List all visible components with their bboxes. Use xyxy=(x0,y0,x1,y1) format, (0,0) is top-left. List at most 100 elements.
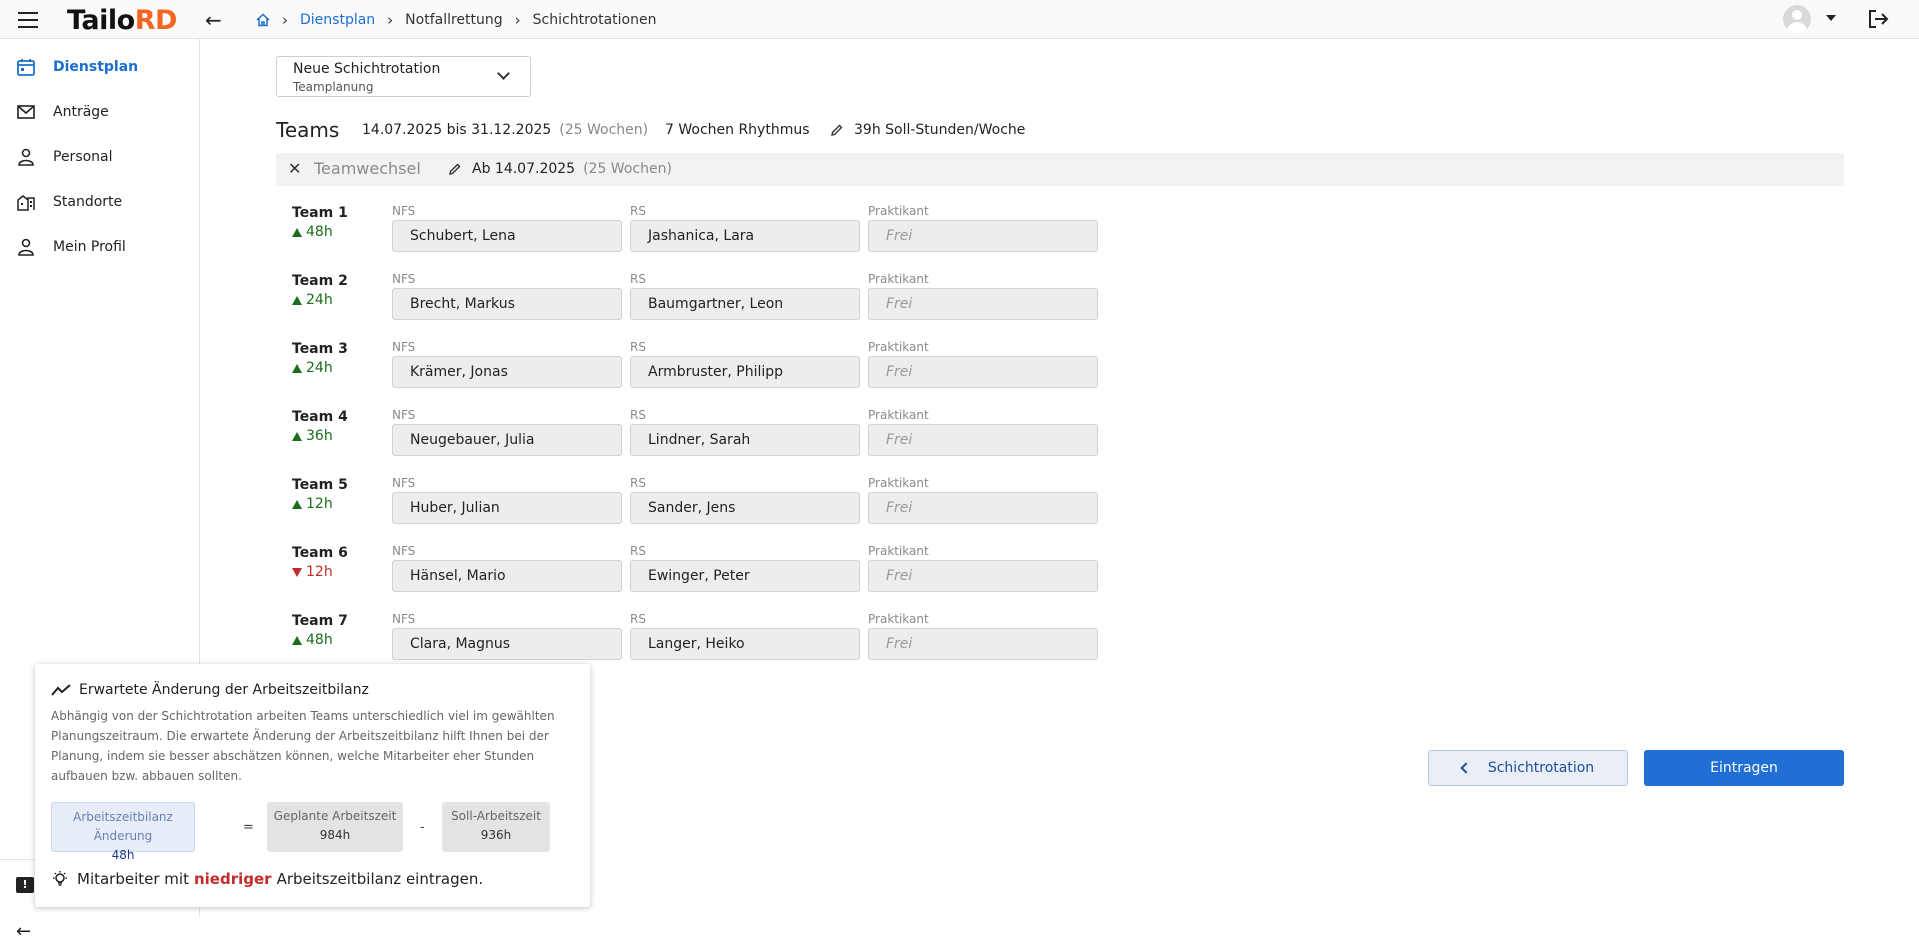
rotation-rhythm: 7 Wochen Rhythmus xyxy=(665,122,810,138)
back-arrow-icon[interactable]: ← xyxy=(205,8,222,32)
team-name: Team 7 xyxy=(292,613,348,629)
praktikant-field[interactable]: Frei xyxy=(868,220,1098,252)
nfs-field[interactable]: Hänsel, Mario xyxy=(392,560,622,592)
minus-sign: - xyxy=(420,820,425,835)
team-delta: 12h xyxy=(292,496,333,512)
nfs-field[interactable]: Brecht, Markus xyxy=(392,288,622,320)
collapse-sidebar-icon[interactable]: ← xyxy=(16,921,31,942)
teamchange-label: Teamwechsel xyxy=(314,159,421,178)
rs-field[interactable]: Lindner, Sarah xyxy=(630,424,860,456)
chevron-right-icon: › xyxy=(282,11,288,29)
mail-icon xyxy=(17,105,35,119)
team-delta-value: 12h xyxy=(306,496,333,512)
team-delta: 48h xyxy=(292,224,333,240)
teamchange-date: Ab 14.07.2025 xyxy=(472,161,576,177)
rotation-select-title: Neue Schichtrotation xyxy=(293,61,441,77)
schichtrotation-button-label: Schichtrotation xyxy=(1487,760,1595,776)
tip-highlight: niedriger xyxy=(193,870,272,888)
chevron-right-icon: › xyxy=(514,11,521,29)
rs-label: RS xyxy=(630,340,646,354)
rs-label: RS xyxy=(630,272,646,286)
arrow-up-icon xyxy=(292,431,302,441)
rs-field[interactable]: Langer, Heiko xyxy=(630,628,860,660)
sidebar-item-dienstplan[interactable]: Dienstplan xyxy=(0,47,199,87)
pencil-icon[interactable] xyxy=(448,162,462,176)
weeks-count: (25 Wochen) xyxy=(559,122,649,138)
sidebar-item-label: Anträge xyxy=(53,104,109,120)
rs-field[interactable]: Baumgartner, Leon xyxy=(630,288,860,320)
calendar-icon xyxy=(17,59,35,76)
teamchange-bar: ✕ Teamwechsel Ab 14.07.2025 (25 Wochen) xyxy=(276,153,1844,186)
nfs-field[interactable]: Clara, Magnus xyxy=(392,628,622,660)
info-card-description: Abhängig von der Schichtrotation arbeite… xyxy=(51,709,555,783)
nfs-label: NFS xyxy=(392,204,416,218)
feedback-icon[interactable]: ! xyxy=(16,877,34,893)
avatar[interactable] xyxy=(1783,5,1811,33)
nfs-label: NFS xyxy=(392,476,416,490)
rotation-select[interactable]: Neue Schichtrotation Teamplanung xyxy=(276,56,531,97)
praktikant-label: Praktikant xyxy=(868,544,929,558)
praktikant-field[interactable]: Frei xyxy=(868,288,1098,320)
rs-label: RS xyxy=(630,204,646,218)
schichtrotation-button[interactable]: Schichtrotation xyxy=(1428,750,1628,786)
rs-field[interactable]: Armbruster, Philipp xyxy=(630,356,860,388)
praktikant-field[interactable]: Frei xyxy=(868,560,1098,592)
team-name: Team 2 xyxy=(292,273,348,289)
rs-field[interactable]: Sander, Jens xyxy=(630,492,860,524)
info-card-header: Erwartete Änderung der Arbeitszeitbilanz xyxy=(51,682,369,698)
chevron-left-icon xyxy=(1460,762,1472,774)
nfs-field[interactable]: Krämer, Jonas xyxy=(392,356,622,388)
person-icon xyxy=(18,238,34,256)
praktikant-field[interactable]: Frei xyxy=(868,492,1098,524)
team-row: Team 1 48h NFS Schubert, Lena RS Jashani… xyxy=(292,204,1112,265)
team-delta: 48h xyxy=(292,632,333,648)
rs-label: RS xyxy=(630,544,646,558)
team-row: Team 4 36h NFS Neugebauer, Julia RS Lind… xyxy=(292,408,1112,469)
praktikant-label: Praktikant xyxy=(868,272,929,286)
team-delta-value: 48h xyxy=(306,632,333,648)
tip-pre: Mitarbeiter mit xyxy=(77,870,189,888)
balance-change-value: 48h xyxy=(111,848,135,862)
sidebar-item-standorte[interactable]: Standorte xyxy=(0,182,199,222)
planned-time-box: Geplante Arbeitszeit 984h xyxy=(267,802,403,852)
rs-field[interactable]: Ewinger, Peter xyxy=(630,560,860,592)
logout-icon[interactable] xyxy=(1868,9,1890,29)
nfs-field[interactable]: Huber, Julian xyxy=(392,492,622,524)
lightbulb-icon xyxy=(53,871,67,886)
sidebar-item-mein-profil[interactable]: Mein Profil xyxy=(0,227,199,267)
app-logo[interactable]: TailoRD xyxy=(67,5,177,36)
arrow-up-icon xyxy=(292,227,302,237)
soll-time-value: 936h xyxy=(480,828,512,842)
eintragen-button[interactable]: Eintragen xyxy=(1644,750,1844,786)
praktikant-label: Praktikant xyxy=(868,340,929,354)
sidebar-item-personal[interactable]: Personal xyxy=(0,137,199,177)
sidebar-item-antraege[interactable]: Anträge xyxy=(0,92,199,132)
home-icon[interactable] xyxy=(256,13,270,27)
person-icon xyxy=(18,148,34,166)
caret-down-icon[interactable] xyxy=(1826,15,1836,21)
close-icon[interactable]: ✕ xyxy=(288,159,301,178)
nfs-field[interactable]: Schubert, Lena xyxy=(392,220,622,252)
rs-label: RS xyxy=(630,476,646,490)
teamchange-from: Ab 14.07.2025 (25 Wochen) xyxy=(472,161,672,177)
praktikant-field[interactable]: Frei xyxy=(868,356,1098,388)
menu-icon[interactable] xyxy=(18,12,38,28)
rs-label: RS xyxy=(630,408,646,422)
rs-field[interactable]: Jashanica, Lara xyxy=(630,220,860,252)
soll-hours[interactable]: 39h Soll-Stunden/Woche xyxy=(830,122,1025,138)
pencil-icon[interactable] xyxy=(830,123,844,137)
nfs-label: NFS xyxy=(392,340,416,354)
breadcrumb-dienstplan[interactable]: Dienstplan xyxy=(300,12,375,28)
team-row: Team 2 24h NFS Brecht, Markus RS Baumgar… xyxy=(292,272,1112,333)
nfs-label: NFS xyxy=(392,612,416,626)
planned-time-value: 984h xyxy=(319,828,351,842)
praktikant-field[interactable]: Frei xyxy=(868,628,1098,660)
nfs-field[interactable]: Neugebauer, Julia xyxy=(392,424,622,456)
breadcrumb-current: Schichtrotationen xyxy=(532,12,657,28)
nfs-label: NFS xyxy=(392,408,416,422)
planned-time-label: Geplante Arbeitszeit xyxy=(273,809,397,823)
soll-hours-text: 39h Soll-Stunden/Woche xyxy=(854,122,1026,138)
breadcrumb-notfallrettung[interactable]: Notfallrettung xyxy=(405,12,503,28)
praktikant-field[interactable]: Frei xyxy=(868,424,1098,456)
balance-change-label: Arbeitszeitbilanz Änderung xyxy=(73,810,173,843)
